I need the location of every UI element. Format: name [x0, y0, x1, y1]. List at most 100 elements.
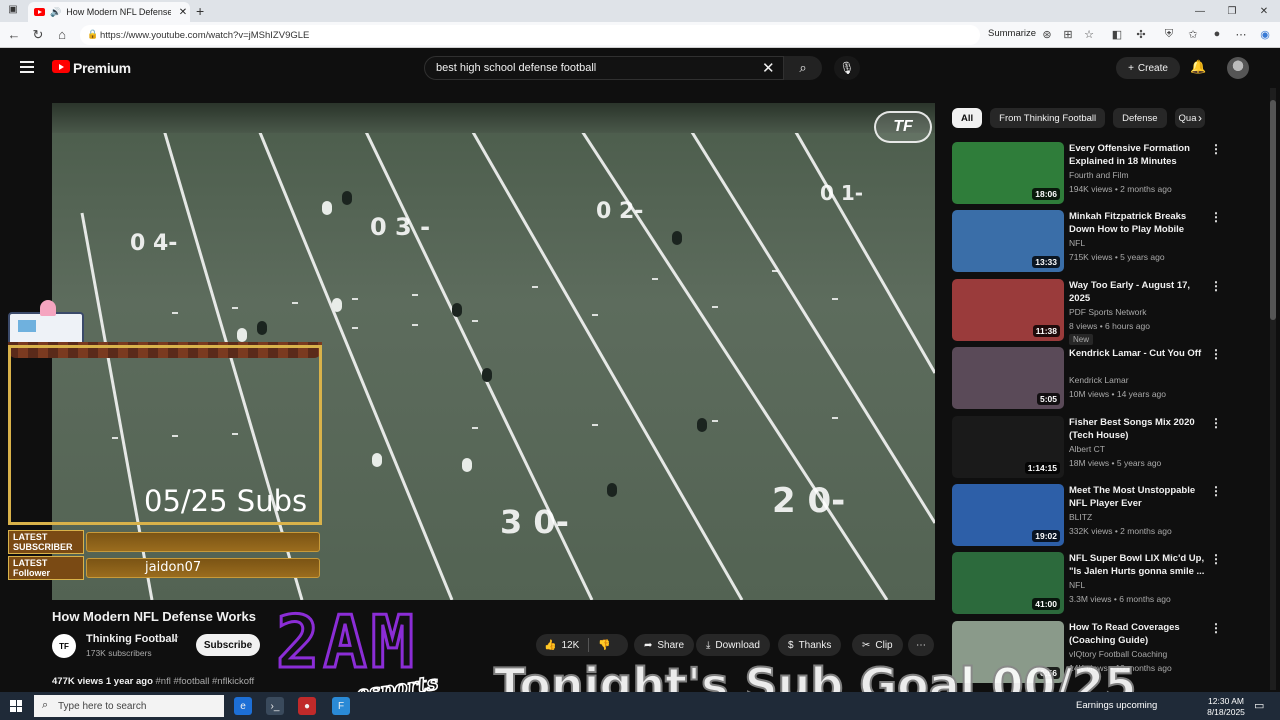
- video-thumbnail[interactable]: 41:00: [952, 552, 1064, 614]
- chip-channel[interactable]: From Thinking Football: [990, 108, 1106, 128]
- speaker-icon[interactable]: 🔊: [50, 7, 61, 18]
- channel-avatar[interactable]: TF: [52, 634, 76, 658]
- player-marker: [462, 458, 472, 472]
- clock[interactable]: 12:30 AM 8/18/2025: [1206, 696, 1246, 718]
- more-vert-icon[interactable]: ⋮: [1210, 552, 1222, 566]
- recommendation-channel[interactable]: NFL: [1069, 580, 1085, 590]
- youtube-logo-icon[interactable]: [52, 60, 70, 73]
- apps-icon[interactable]: ⊞: [1061, 28, 1075, 41]
- notifications-bell-icon[interactable]: 🔔: [1190, 59, 1206, 75]
- recommendation-channel[interactable]: Kendrick Lamar: [1069, 375, 1129, 385]
- copilot-icon[interactable]: ◉: [1258, 28, 1272, 41]
- recommendation-title[interactable]: Fisher Best Songs Mix 2020 (Tech House): [1069, 416, 1205, 442]
- recommendation-item[interactable]: 18:06 Every Offensive Formation Explained…: [952, 142, 1252, 206]
- hashtags[interactable]: #nfl #football #nflkickoff: [156, 676, 255, 687]
- channel-name[interactable]: Thinking Football: [86, 633, 178, 645]
- more-menu-icon[interactable]: ⋯: [1234, 28, 1248, 41]
- refresh-icon[interactable]: ↻: [30, 27, 46, 43]
- translate-icon[interactable]: ⊛: [1040, 28, 1054, 41]
- url-field[interactable]: 🔒 https://www.youtube.com/watch?v=jMShIZ…: [80, 25, 980, 45]
- create-button[interactable]: + Create: [1116, 57, 1180, 79]
- more-vert-icon[interactable]: ⋮: [1210, 484, 1222, 498]
- back-icon[interactable]: ←: [6, 27, 22, 42]
- sidebar-toggle-icon[interactable]: ▣: [6, 4, 20, 17]
- more-vert-icon[interactable]: ⋮: [1210, 279, 1222, 293]
- more-vert-icon[interactable]: ⋮: [1210, 347, 1222, 361]
- recommendation-item[interactable]: 1:14:15 Fisher Best Songs Mix 2020 (Tech …: [952, 416, 1252, 480]
- recommendation-item[interactable]: 5:05 Kendrick Lamar - Cut You Off Kendrick…: [952, 347, 1252, 411]
- recommendation-title[interactable]: How To Read Coverages (Coaching Guide): [1069, 621, 1205, 647]
- recommendation-meta: 8 views • 6 hours ago: [1069, 321, 1150, 331]
- earnings-widget[interactable]: Earnings upcoming: [1076, 700, 1157, 711]
- recommendation-meta: 18M views • 5 years ago: [1069, 458, 1162, 468]
- download-button[interactable]: ⤓ Download: [696, 634, 770, 656]
- yard-number: 0 3 -: [370, 213, 431, 241]
- more-vert-icon[interactable]: ⋮: [1210, 142, 1222, 156]
- recorder-icon[interactable]: ●: [298, 697, 316, 715]
- menu-icon[interactable]: [20, 61, 34, 73]
- recommendation-channel[interactable]: BLITZ: [1069, 512, 1092, 522]
- browser-tab[interactable]: 🔊 How Modern NFL Defense W ✕: [28, 2, 190, 22]
- windows-start-icon[interactable]: [10, 700, 22, 712]
- close-window-icon[interactable]: ✕: [1248, 0, 1280, 22]
- scrollbar-thumb[interactable]: [1270, 100, 1276, 320]
- terminal-icon[interactable]: ›_: [266, 697, 284, 715]
- shield-icon[interactable]: ⛨: [1162, 28, 1176, 41]
- new-tab-icon[interactable]: +: [196, 3, 204, 19]
- chevron-right-icon[interactable]: ›: [1198, 111, 1202, 125]
- tab-close-icon[interactable]: ✕: [176, 7, 190, 18]
- home-icon[interactable]: ⌂: [54, 27, 70, 42]
- recommendation-title[interactable]: Every Offensive Formation Explained in 1…: [1069, 142, 1205, 168]
- youtube-brand[interactable]: Premium: [73, 60, 131, 76]
- like-icon[interactable]: 👍: [544, 640, 556, 651]
- recommendation-channel[interactable]: Albert CT: [1069, 444, 1105, 454]
- extension-icon[interactable]: ◧: [1110, 28, 1124, 41]
- recommendation-title[interactable]: Minkah Fitzpatrick Breaks Down How to Pl…: [1069, 210, 1205, 238]
- recommendation-item[interactable]: 41:00 NFL Super Bowl LIX Mic'd Up, "Is Ja…: [952, 552, 1252, 616]
- restore-icon[interactable]: ❐: [1216, 0, 1248, 22]
- video-thumbnail[interactable]: 11:38: [952, 279, 1064, 341]
- video-thumbnail[interactable]: 13:33: [952, 210, 1064, 272]
- recommendation-channel[interactable]: Fourth and Film: [1069, 170, 1129, 180]
- dislike-icon[interactable]: 👎: [598, 640, 610, 651]
- search-input[interactable]: best high school defense football: [424, 56, 784, 80]
- thanks-button[interactable]: $ Thanks: [778, 634, 842, 656]
- subscribe-button[interactable]: Subscribe: [196, 634, 260, 656]
- notification-icon[interactable]: ▭: [1254, 699, 1264, 712]
- taskbar-search[interactable]: ⌕ Type here to search: [34, 695, 224, 717]
- app-f-icon[interactable]: F: [332, 697, 350, 715]
- avatar[interactable]: [1227, 57, 1249, 79]
- collections-icon[interactable]: ✩: [1186, 28, 1200, 41]
- video-thumbnail[interactable]: 19:02: [952, 484, 1064, 546]
- recommendation-item[interactable]: 11:38 Way Too Early - August 17, 2025 PDF …: [952, 279, 1252, 345]
- video-thumbnail[interactable]: 18:06: [952, 142, 1064, 204]
- more-actions-button[interactable]: ⋯: [908, 634, 934, 656]
- puzzle-icon[interactable]: ✣: [1134, 28, 1148, 41]
- like-count[interactable]: 12K: [561, 640, 579, 651]
- more-vert-icon[interactable]: ⋮: [1210, 416, 1222, 430]
- recommendation-title[interactable]: Way Too Early - August 17, 2025: [1069, 279, 1205, 305]
- video-thumbnail[interactable]: 5:05: [952, 347, 1064, 409]
- profile-icon[interactable]: ●: [1210, 28, 1224, 40]
- mic-icon[interactable]: 🎙: [834, 56, 860, 80]
- edge-icon[interactable]: e: [234, 697, 252, 715]
- favorite-star-icon[interactable]: ☆: [1082, 28, 1096, 41]
- more-vert-icon[interactable]: ⋮: [1210, 621, 1222, 635]
- clear-search-icon[interactable]: ✕: [762, 59, 775, 77]
- recommendation-title[interactable]: Meet The Most Unstoppable NFL Player Eve…: [1069, 484, 1205, 510]
- recommendation-channel[interactable]: PDF Sports Network: [1069, 307, 1146, 317]
- minimize-icon[interactable]: —: [1184, 0, 1216, 22]
- summarize-button[interactable]: Summarize: [988, 28, 1036, 39]
- chip-defense[interactable]: Defense: [1113, 108, 1167, 128]
- clip-button[interactable]: ✂ Clip: [852, 634, 903, 656]
- recommendation-item[interactable]: 13:33 Minkah Fitzpatrick Breaks Down How …: [952, 210, 1252, 274]
- video-thumbnail[interactable]: 1:14:15: [952, 416, 1064, 478]
- recommendation-item[interactable]: 19:02 Meet The Most Unstoppable NFL Playe…: [952, 484, 1252, 548]
- chip-all[interactable]: All: [952, 108, 983, 128]
- more-vert-icon[interactable]: ⋮: [1210, 210, 1222, 224]
- share-button[interactable]: ➦ Share: [634, 634, 695, 656]
- recommendation-title[interactable]: Kendrick Lamar - Cut You Off: [1069, 347, 1205, 360]
- recommendation-title[interactable]: NFL Super Bowl LIX Mic'd Up, "Is Jalen H…: [1069, 552, 1205, 578]
- search-button[interactable]: ⌕: [784, 56, 822, 80]
- recommendation-channel[interactable]: NFL: [1069, 238, 1085, 248]
